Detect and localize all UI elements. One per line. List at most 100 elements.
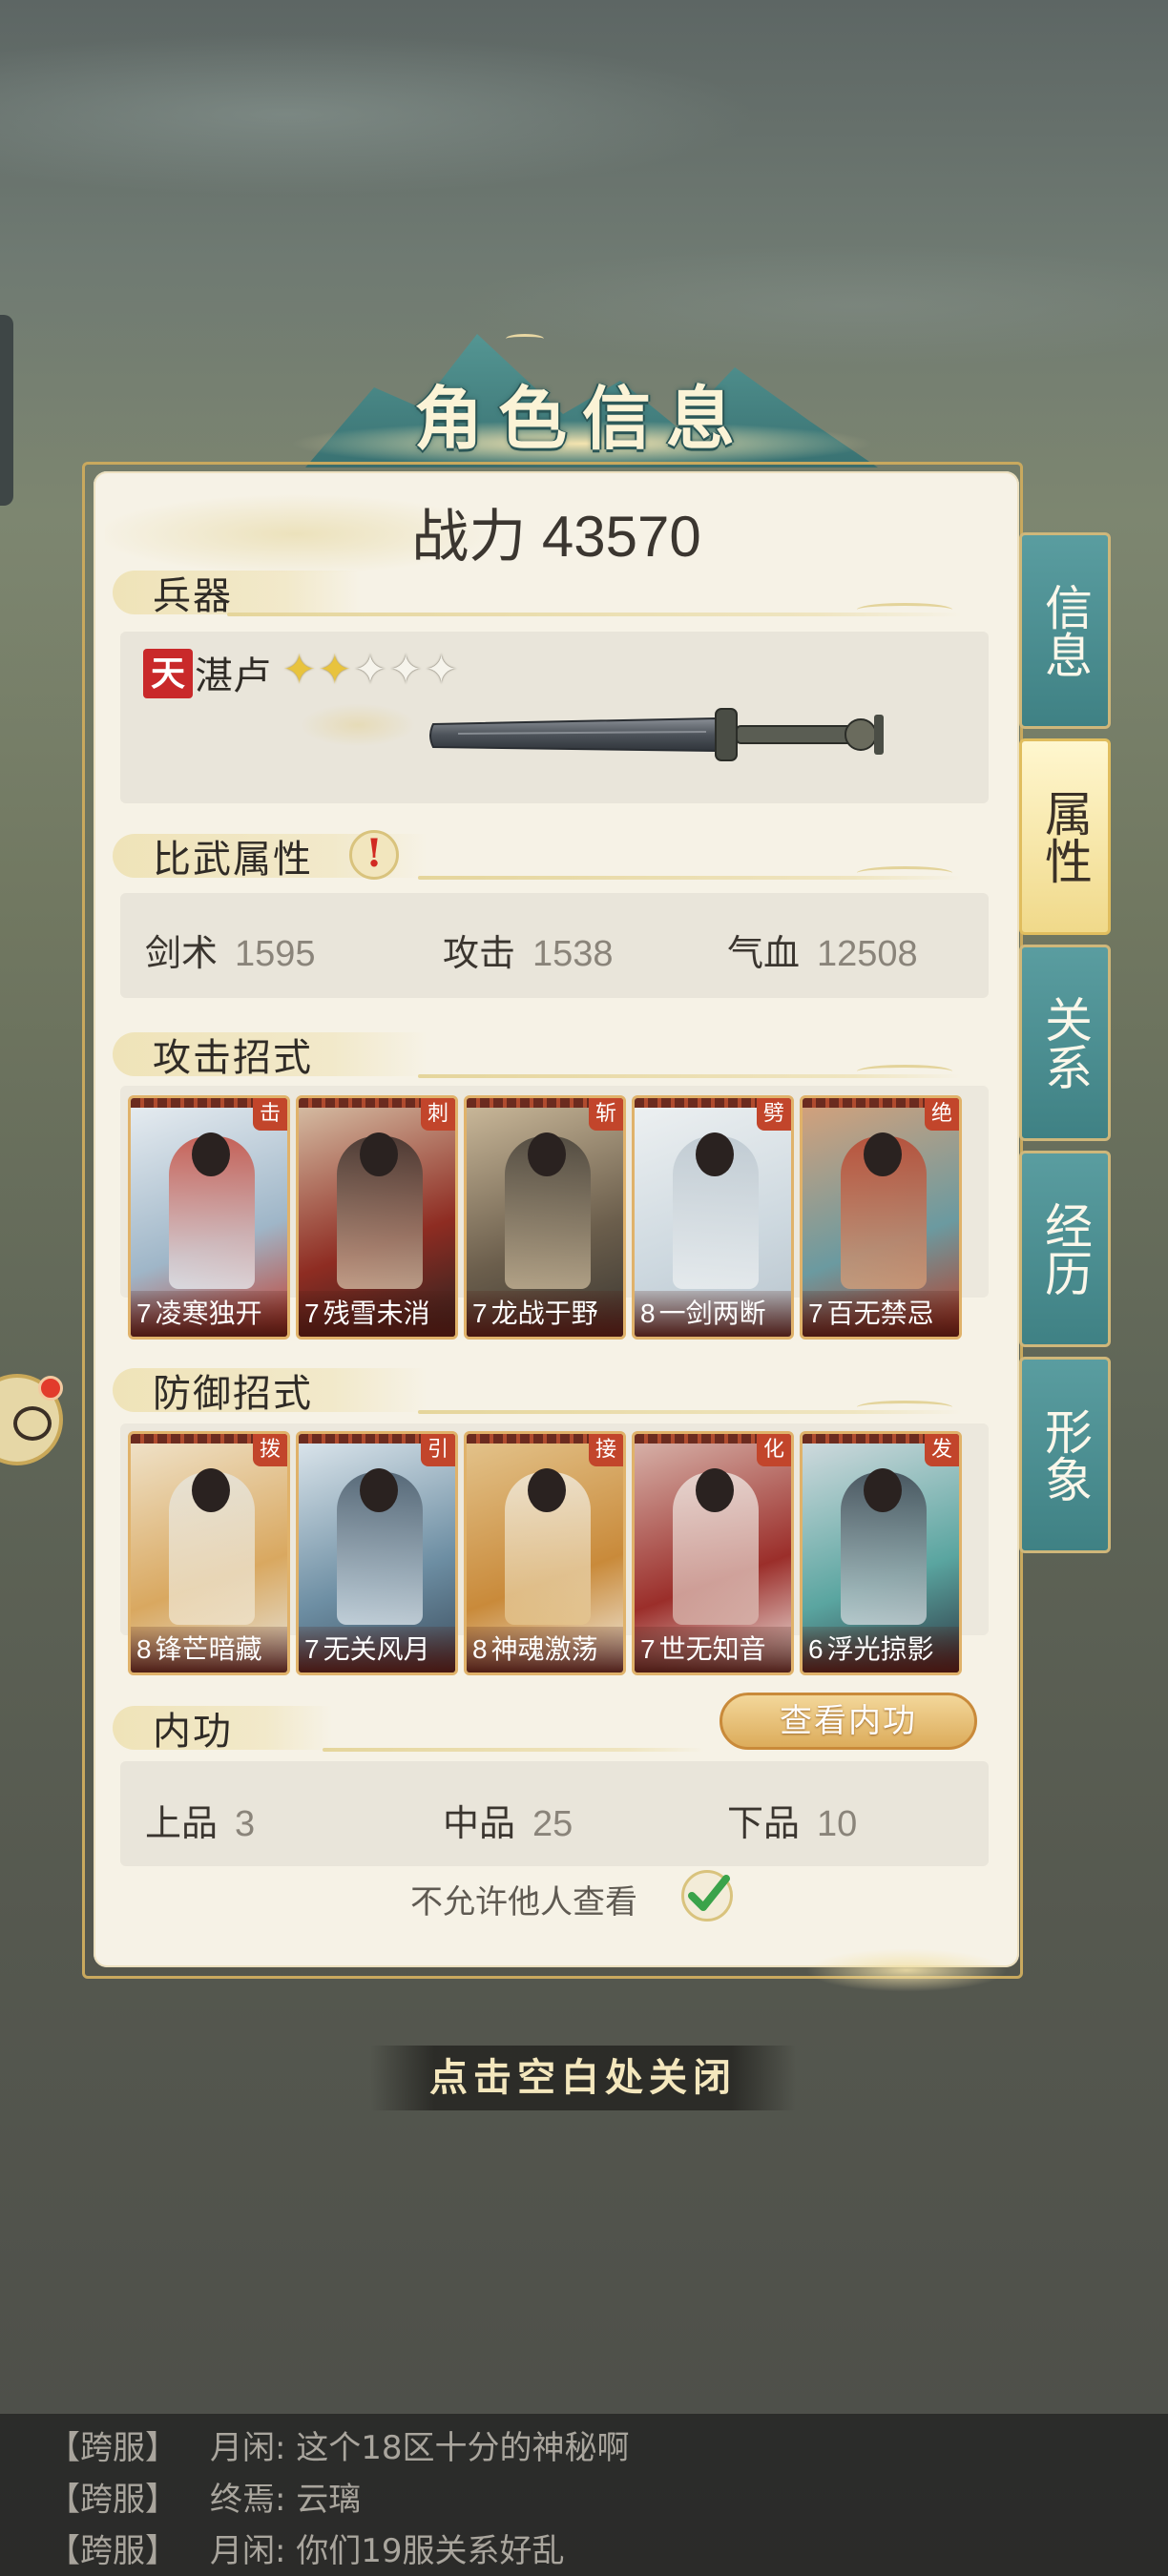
weapon-cloud-decoration — [277, 687, 439, 763]
skill-name: 残雪未消 — [323, 1298, 430, 1329]
skill-type-badge: 发 — [925, 1434, 959, 1466]
skill-card-head — [360, 1132, 398, 1176]
skill-card-caption: 6 浮光掠影 — [803, 1627, 959, 1672]
neigong-section-title: 内功 — [153, 1710, 233, 1754]
skill-card-head — [696, 1468, 734, 1512]
skill-card-caption: 7 世无知音 — [635, 1627, 791, 1672]
skill-card-caption: 7 残雪未消 — [299, 1291, 455, 1337]
skill-type-badge: 斩 — [589, 1098, 623, 1131]
skill-type-badge: 接 — [589, 1434, 623, 1466]
skill-card-caption: 8 神魂激荡 — [467, 1627, 623, 1672]
chat-line: 【跨服】 终焉: 云璃 — [48, 2481, 362, 2519]
skill-name: 神魂激荡 — [490, 1633, 598, 1665]
bottom-cloud-decoration — [763, 1937, 1050, 2004]
attack-moves-section-title: 攻击招式 — [153, 1036, 313, 1080]
attack-move-cards: 击 7 凌寒独开刺 7 残雪未消斩 7 龙战于野劈 8 一剑两断绝 7 百无禁忌 — [128, 1095, 962, 1340]
chat-line: 【跨服】 月闲: 这个18区十分的神秘啊 — [48, 2429, 630, 2467]
skill-level: 8 — [136, 1634, 152, 1664]
power-label: 战力 — [411, 505, 527, 569]
check-icon — [688, 1875, 730, 1911]
skill-level: 7 — [136, 1298, 152, 1328]
skill-card-caption: 7 百无禁忌 — [803, 1291, 959, 1337]
notification-dot — [38, 1376, 63, 1401]
neigong-upper: 上品 3 — [145, 1802, 256, 1844]
skill-name: 无关风月 — [323, 1633, 430, 1665]
skill-type-badge: 拨 — [253, 1434, 287, 1466]
weapon-grade-badge: 天 — [143, 649, 193, 698]
skill-card[interactable]: 接 8 神魂激荡 — [464, 1431, 626, 1675]
skill-card[interactable]: 拨 8 锋芒暗藏 — [128, 1431, 290, 1675]
privacy-label: 不允许他人查看 — [410, 1883, 637, 1922]
skill-card-caption: 7 龙战于野 — [467, 1291, 623, 1337]
skill-card-caption: 8 一剑两断 — [635, 1291, 791, 1337]
weapon-section-title: 兵器 — [153, 574, 233, 618]
left-edge-tab[interactable] — [0, 315, 13, 506]
skill-level: 7 — [304, 1298, 320, 1328]
skill-type-badge: 绝 — [925, 1098, 959, 1131]
bird-decoration — [506, 334, 544, 343]
skill-name: 百无禁忌 — [826, 1298, 934, 1329]
skill-type-badge: 刺 — [421, 1098, 455, 1131]
star-icon: ✦ — [388, 646, 423, 693]
skill-card-caption: 7 凌寒独开 — [131, 1291, 287, 1337]
skill-card[interactable]: 击 7 凌寒独开 — [128, 1095, 290, 1340]
avatar-face — [13, 1406, 52, 1441]
weapon-stars: ✦ ✦ ✦ ✦ ✦ — [282, 647, 458, 693]
skill-name: 锋芒暗藏 — [155, 1633, 262, 1665]
skill-name: 一剑两断 — [658, 1298, 766, 1329]
skill-card[interactable]: 刺 7 残雪未消 — [296, 1095, 458, 1340]
neigong-middle: 中品 25 — [443, 1802, 574, 1844]
skill-type-badge: 击 — [253, 1098, 287, 1131]
skill-card-head — [528, 1468, 566, 1512]
skill-card[interactable]: 劈 8 一剑两断 — [632, 1095, 794, 1340]
skill-level: 6 — [808, 1634, 824, 1664]
skill-level: 7 — [808, 1298, 824, 1328]
skill-card-head — [192, 1468, 230, 1512]
skill-name: 世无知音 — [658, 1633, 766, 1665]
weapon-section-header: 兵器 — [113, 563, 991, 618]
skill-level: 7 — [472, 1298, 488, 1328]
skill-card[interactable]: 化 7 世无知音 — [632, 1431, 794, 1675]
tab-info[interactable]: 信息 — [1019, 532, 1111, 729]
skill-card[interactable]: 斩 7 龙战于野 — [464, 1095, 626, 1340]
tab-relations[interactable]: 关系 — [1019, 945, 1111, 1141]
sword-image — [429, 708, 884, 761]
stat-attack: 攻击 1538 — [443, 932, 614, 974]
skill-card[interactable]: 绝 7 百无禁忌 — [800, 1095, 962, 1340]
view-neigong-button[interactable]: 查看内功 — [720, 1693, 977, 1750]
skill-card-head — [864, 1132, 902, 1176]
skill-card-head — [864, 1468, 902, 1512]
combat-attrs-section-header: 比武属性 — [113, 826, 991, 882]
tab-appearance[interactable]: 形象 — [1019, 1357, 1111, 1553]
skill-level: 7 — [304, 1634, 320, 1664]
weapon-name: 湛卢 — [195, 654, 271, 698]
skill-card-head — [528, 1132, 566, 1176]
chat-line: 【跨服】 月闲: 你们19服关系好乱 — [48, 2532, 565, 2570]
tab-attributes[interactable]: 属性 — [1019, 738, 1111, 935]
chat-area[interactable]: 【跨服】 月闲: 这个18区十分的神秘啊 【跨服】 终焉: 云璃 【跨服】 月闲: 你… — [0, 2414, 1168, 2576]
skill-name: 凌寒独开 — [155, 1298, 262, 1329]
skill-level: 7 — [640, 1634, 656, 1664]
skill-card-caption: 8 锋芒暗藏 — [131, 1627, 287, 1672]
alert-icon[interactable]: ! — [349, 830, 399, 880]
power-display: 战力 43570 — [94, 490, 1019, 573]
skill-card-head — [360, 1468, 398, 1512]
skill-card-head — [192, 1132, 230, 1176]
tab-experience[interactable]: 经历 — [1019, 1151, 1111, 1347]
stat-swordsmanship: 剑术 1595 — [145, 932, 316, 974]
skill-card-caption: 7 无关风月 — [299, 1627, 455, 1672]
combat-attrs-section-title: 比武属性 — [153, 838, 313, 882]
skill-card[interactable]: 引 7 无关风月 — [296, 1431, 458, 1675]
star-icon: ✦ — [353, 646, 387, 693]
close-hint[interactable]: 点击空白处关闭 — [370, 2046, 796, 2110]
defense-moves-section-header: 防御招式 — [113, 1361, 991, 1416]
stat-hp: 气血 12508 — [727, 932, 918, 974]
chat-avatar-icon[interactable] — [0, 1374, 63, 1465]
star-icon: ✦ — [424, 646, 459, 693]
skill-name: 浮光掠影 — [826, 1633, 934, 1665]
privacy-checkbox[interactable] — [681, 1870, 733, 1922]
skill-card[interactable]: 发 6 浮光掠影 — [800, 1431, 962, 1675]
neigong-lower: 下品 10 — [727, 1802, 858, 1844]
star-icon: ✦ — [282, 646, 317, 693]
page-title: 角色信息 — [413, 378, 750, 459]
